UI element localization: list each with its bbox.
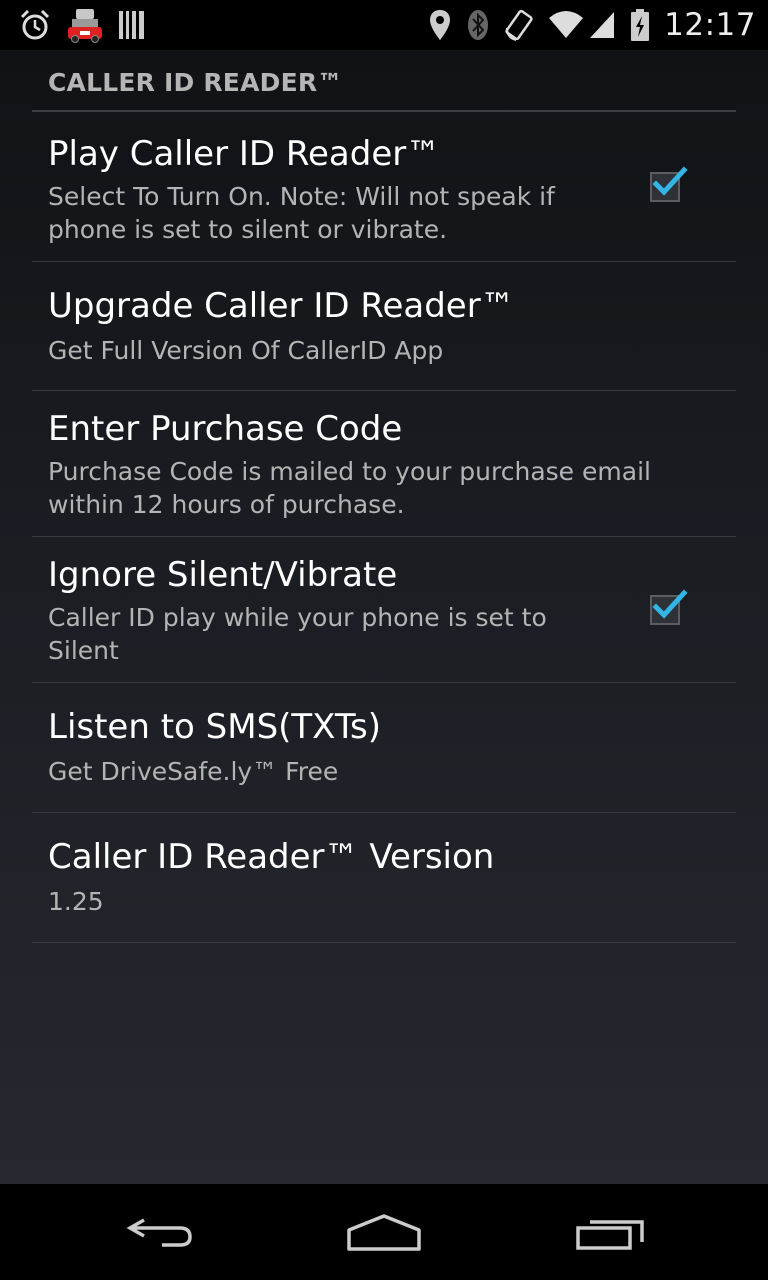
recents-button[interactable] (560, 1204, 660, 1260)
status-bar-notifications (18, 0, 160, 50)
ignore-silent-checkbox[interactable] (650, 589, 688, 625)
wifi-icon (548, 10, 584, 40)
signal-icon (588, 10, 616, 40)
barcode-icon (118, 10, 146, 40)
pref-title: Upgrade Caller ID Reader™ (48, 286, 515, 326)
rotation-icon (504, 8, 534, 42)
status-bar-system: 12:17 (414, 0, 756, 50)
pref-summary: Get Full Version Of CallerID App (48, 336, 444, 365)
pref-summary: Select To Turn On. Note: Will not speak … (48, 182, 555, 244)
back-button[interactable] (110, 1204, 210, 1260)
pref-play-caller-id[interactable]: Play Caller ID Reader™ Select To Turn On… (32, 112, 736, 262)
play-caller-id-checkbox[interactable] (650, 166, 688, 202)
back-icon (126, 1218, 192, 1247)
pref-title: Play Caller ID Reader™ (48, 134, 441, 174)
location-icon (428, 8, 452, 42)
recents-icon (576, 1220, 644, 1250)
pref-summary: Purchase Code is mailed to your purchase… (48, 457, 651, 519)
checkmark-icon (652, 589, 688, 619)
alarm-icon (18, 8, 52, 42)
pref-summary: Get DriveSafe.ly™ Free (48, 757, 339, 786)
pref-purchase-code[interactable]: Enter Purchase Code Purchase Code is mai… (32, 391, 736, 537)
pref-divider (32, 942, 736, 943)
pref-title: Listen to SMS(TXTs) (48, 707, 381, 747)
bluetooth-icon (466, 8, 490, 42)
settings-list: CALLER ID READER™ Play Caller ID Reader™… (0, 50, 768, 1184)
pref-title: Ignore Silent/Vibrate (48, 555, 398, 595)
battery-icon (630, 8, 650, 42)
pref-version[interactable]: Caller ID Reader™ Version 1.25 (32, 813, 736, 943)
pref-listen-sms[interactable]: Listen to SMS(TXTs) Get DriveSafe.ly™ Fr… (32, 683, 736, 813)
pref-upgrade[interactable]: Upgrade Caller ID Reader™ Get Full Versi… (32, 262, 736, 391)
navigation-bar (0, 1184, 768, 1280)
pref-summary: 1.25 (48, 887, 104, 916)
status-bar: 12:17 (0, 0, 768, 50)
home-button[interactable] (334, 1204, 434, 1260)
category-header: CALLER ID READER™ (48, 68, 343, 97)
home-icon (347, 1214, 421, 1251)
pref-title: Enter Purchase Code (48, 409, 403, 449)
pref-title: Caller ID Reader™ Version (48, 837, 495, 877)
pref-ignore-silent[interactable]: Ignore Silent/Vibrate Caller ID play whi… (32, 537, 736, 683)
screen: 12:17 CALLER ID READER™ Play Caller ID R… (0, 0, 768, 1280)
pref-summary: Caller ID play while your phone is set t… (48, 603, 547, 665)
status-clock: 12:17 (664, 7, 756, 43)
app-notification-icon (66, 7, 104, 43)
checkmark-icon (652, 166, 688, 196)
